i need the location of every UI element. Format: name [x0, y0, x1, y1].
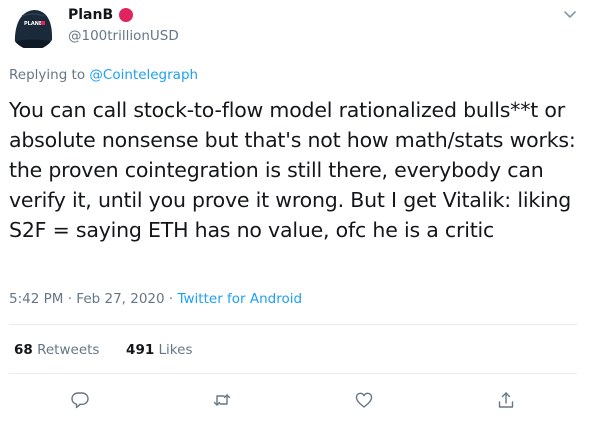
meta-separator: ·	[168, 291, 174, 307]
tweet-text: You can call stock-to-flow model rationa…	[9, 98, 576, 242]
likes-stat[interactable]: 491 Likes	[126, 342, 192, 358]
divider	[9, 373, 577, 374]
likes-label: Likes	[158, 342, 193, 358]
avatar[interactable]: PLANB	[10, 4, 56, 50]
retweets-stat[interactable]: 68 Retweets	[14, 342, 104, 358]
replying-to-label: Replying to	[9, 67, 86, 83]
tweet-time[interactable]: 5:42 PM	[9, 291, 63, 307]
tweet-card: PLANB PlanB @100trillionUSD Replying to …	[0, 0, 591, 422]
reply-icon[interactable]	[70, 390, 90, 410]
heart-icon[interactable]	[354, 390, 374, 410]
badge-icon	[119, 8, 134, 22]
user-handle[interactable]: @100trillionUSD	[68, 28, 179, 44]
retweets-label: Retweets	[37, 342, 100, 358]
tweet-date[interactable]: Feb 27, 2020	[76, 291, 164, 307]
reply-target-link[interactable]: @Cointelegraph	[89, 67, 198, 83]
likes-count: 491	[126, 342, 155, 358]
meta-separator: ·	[67, 291, 72, 307]
avatar-logo-text: PLANB	[24, 21, 43, 27]
retweet-icon[interactable]	[212, 390, 232, 410]
tweet-source[interactable]: Twitter for Android	[178, 291, 303, 307]
cap-icon: PLANB	[10, 4, 56, 50]
tweet-stats: 68 Retweets 491 Likes	[14, 342, 192, 358]
retweets-count: 68	[14, 342, 33, 358]
chevron-down-icon[interactable]	[562, 6, 578, 22]
display-name[interactable]: PlanB	[68, 7, 113, 23]
replying-to: Replying to @Cointelegraph	[9, 67, 198, 83]
author-name-row: PlanB	[68, 7, 134, 23]
divider	[9, 324, 577, 325]
share-icon[interactable]	[496, 390, 516, 410]
tweet-meta: 5:42 PM · Feb 27, 2020 · Twitter for And…	[9, 291, 302, 307]
